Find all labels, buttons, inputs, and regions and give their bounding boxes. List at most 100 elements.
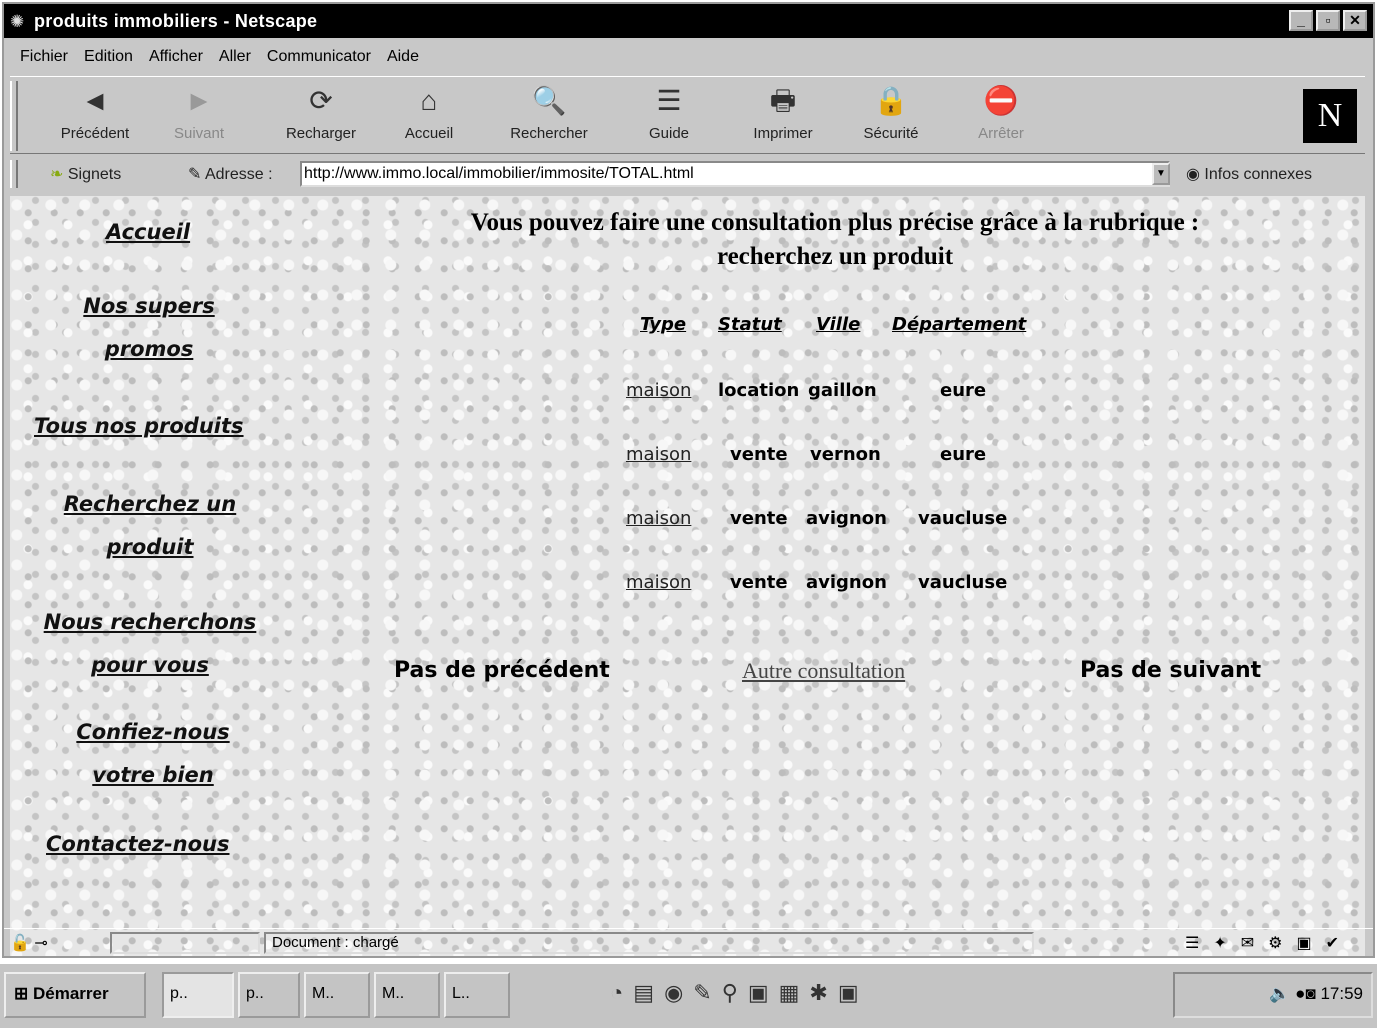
nav-promos[interactable]: Nos supers promos	[70, 286, 228, 372]
print-button[interactable]: 🖶 Imprimer	[728, 83, 838, 142]
row-3-type-link[interactable]: maison	[626, 508, 691, 529]
nav-accueil[interactable]: Accueil	[106, 212, 190, 255]
nav-confiez-line1[interactable]: Confiez-nous	[76, 720, 229, 744]
netscape-app-icon: ✺	[10, 12, 25, 31]
status-bar: 🔓 ⊸ Document : chargé ☰✦✉⚙▣✔	[4, 928, 1373, 956]
no-previous-label: Pas de précédent	[394, 658, 610, 683]
reload-label: Recharger	[285, 125, 357, 142]
column-header-type[interactable]: Type	[640, 314, 686, 335]
nav-recherche-line2[interactable]: produit	[106, 535, 193, 559]
task-button-1[interactable]: p..	[162, 972, 234, 1018]
row-2-type-link[interactable]: maison	[626, 444, 691, 465]
row-3-departement: vaucluse	[918, 508, 1008, 529]
row-4-statut: vente	[730, 572, 788, 593]
security-button[interactable]: 🔒 Sécurité	[836, 83, 946, 142]
row-3-statut: vente	[730, 508, 788, 529]
windows-taskbar: ⊞ Démarrer p.. p.. M.. M.. L.. ◔▤◉✎⚲▣▦✱▣…	[0, 962, 1377, 1028]
status-text: Document : chargé	[264, 932, 1034, 954]
nav-accueil-link[interactable]: Accueil	[106, 220, 190, 244]
home-icon: ⌂	[420, 85, 438, 116]
guide-button[interactable]: ☰ Guide	[614, 83, 724, 142]
lock-icon: 🔒	[873, 85, 909, 116]
bookmarks-button[interactable]: ❧ Signets	[50, 164, 121, 184]
nav-recherche-line1[interactable]: Recherchez un	[64, 492, 236, 516]
guide-label: Guide	[648, 125, 690, 142]
menu-edition[interactable]: Edition	[84, 48, 133, 66]
forward-button[interactable]: ► Suivant	[144, 83, 254, 142]
search-button[interactable]: 🔍 Rechercher	[494, 83, 604, 142]
bookmarks-label: Signets	[67, 166, 122, 183]
maximize-button[interactable]: ▫	[1316, 10, 1340, 31]
component-bar-icons[interactable]: ☰✦✉⚙▣✔	[1185, 933, 1353, 953]
locbar-grip[interactable]	[10, 160, 18, 188]
reload-button[interactable]: ⟳ Recharger	[266, 83, 376, 142]
home-button[interactable]: ⌂ Accueil	[374, 83, 484, 142]
security-label: Sécurité	[863, 125, 919, 142]
speaker-icon[interactable]: 🔈	[1269, 984, 1290, 1003]
back-icon: ◄	[81, 85, 109, 116]
page-content: Accueil Nos supers promos Tous nos produ…	[10, 196, 1365, 956]
row-1-type-link[interactable]: maison	[626, 380, 691, 401]
menu-afficher[interactable]: Afficher	[149, 48, 203, 66]
back-button[interactable]: ◄ Précédent	[40, 83, 150, 142]
location-toolbar: ❧ Signets ✎ Adresse : http://www.immo.lo…	[10, 158, 1365, 192]
windows-logo-icon: ⊞	[14, 984, 29, 1003]
start-button[interactable]: ⊞ Démarrer	[4, 972, 146, 1018]
task-button-5[interactable]: L..	[444, 972, 510, 1018]
nav-contact[interactable]: Contactez-nous	[46, 824, 230, 867]
menu-fichier[interactable]: Fichier	[20, 48, 68, 66]
nav-nous-recherchons[interactable]: Nous recherchons pour vous	[30, 602, 270, 688]
column-header-departement[interactable]: Département	[892, 314, 1026, 335]
stop-label: Arrêter	[978, 125, 1024, 142]
minimize-button[interactable]: _	[1289, 10, 1313, 31]
task-button-4[interactable]: M..	[374, 972, 440, 1018]
home-label: Accueil	[404, 125, 454, 142]
toolbar-grip[interactable]	[10, 81, 18, 151]
row-2-statut: vente	[730, 444, 788, 465]
headline-line1: Vous pouvez faire une consultation plus …	[470, 209, 1200, 236]
row-3-ville: avignon	[806, 508, 887, 529]
nav-confiez[interactable]: Confiez-nous votre bien	[60, 712, 246, 798]
nav-confiez-line2[interactable]: votre bien	[92, 763, 214, 787]
stop-button[interactable]: ⛔ Arrêter	[946, 83, 1056, 142]
security-lock-icon[interactable]: 🔓 ⊸	[10, 933, 48, 953]
stop-icon: ⛔	[983, 85, 1019, 116]
other-consultation-link[interactable]: Autre consultation	[742, 658, 905, 684]
nav-recherche[interactable]: Recherchez un produit	[50, 484, 250, 570]
address-input[interactable]: http://www.immo.local/immobilier/immosit…	[300, 161, 1170, 187]
close-button[interactable]: ✕	[1343, 10, 1367, 31]
column-header-ville[interactable]: Ville	[816, 314, 860, 335]
address-label: ✎ Adresse :	[188, 164, 273, 184]
row-2-ville: vernon	[810, 444, 881, 465]
chevron-down-icon: ▼	[1156, 168, 1166, 179]
back-label: Précédent	[60, 125, 130, 142]
menu-aller[interactable]: Aller	[219, 48, 251, 66]
row-1-statut: location	[718, 380, 800, 401]
menu-aide[interactable]: Aide	[387, 48, 419, 66]
quick-launch-icons[interactable]: ◔▤◉✎⚲▣▦✱▣	[610, 980, 869, 1006]
related-icon: ◉	[1186, 166, 1200, 183]
search-label: Rechercher	[510, 125, 588, 142]
title-bar[interactable]: ✺ produits immobiliers - Netscape _ ▫ ✕	[4, 4, 1373, 38]
nav-contact-link[interactable]: Contactez-nous	[46, 832, 230, 856]
column-header-statut[interactable]: Statut	[718, 314, 782, 335]
bookmarks-icon: ❧	[50, 166, 64, 183]
nav-produits[interactable]: Tous nos produits	[34, 406, 244, 449]
nav-promos-line2[interactable]: promos	[105, 337, 194, 361]
address-dropdown-button[interactable]: ▼	[1152, 163, 1170, 185]
row-4-ville: avignon	[806, 572, 887, 593]
nav-nous-line2[interactable]: pour vous	[91, 653, 209, 677]
row-4-type-link[interactable]: maison	[626, 572, 691, 593]
netscape-logo[interactable]: N	[1303, 89, 1357, 143]
menu-communicator[interactable]: Communicator	[267, 48, 371, 66]
task-button-2[interactable]: p..	[238, 972, 300, 1018]
system-tray: 🔈 ●◙ 17:59	[1173, 972, 1373, 1018]
task-button-3[interactable]: M..	[304, 972, 370, 1018]
nav-nous-line1[interactable]: Nous recherchons	[44, 610, 257, 634]
row-4-departement: vaucluse	[918, 572, 1008, 593]
nav-promos-line1[interactable]: Nos supers	[83, 294, 214, 318]
nav-produits-link[interactable]: Tous nos produits	[34, 414, 244, 438]
tray-icons[interactable]: ●◙	[1295, 984, 1316, 1003]
forward-icon: ►	[185, 85, 213, 116]
related-links-button[interactable]: ◉ Infos connexes	[1186, 164, 1312, 184]
